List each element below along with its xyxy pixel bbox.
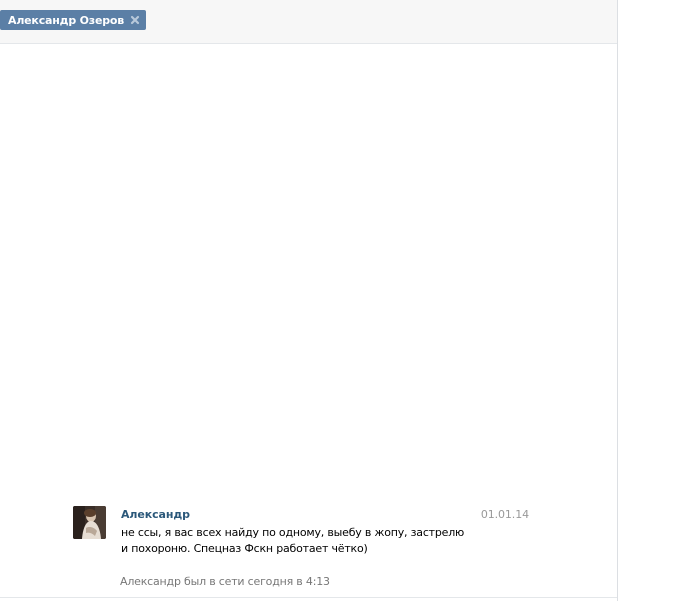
- messages-window: Александр Озеров Александр 01.01.14 не с…: [0, 0, 699, 601]
- divider: [0, 597, 617, 598]
- tab-dialog-peer[interactable]: Александр Озеров: [0, 10, 147, 30]
- message-date[interactable]: 01.01.14: [481, 508, 529, 521]
- message-author-link[interactable]: Александр: [121, 508, 190, 521]
- close-icon-glyph: [130, 15, 139, 25]
- dialog-panel: Александр Озеров Александр 01.01.14 не с…: [0, 0, 618, 601]
- peer-online-status: Александр был в сети сегодня в 4:13: [120, 575, 330, 588]
- message-history[interactable]: [0, 44, 617, 499]
- tab-label: Александр Озеров: [8, 13, 125, 27]
- user-avatar-photo: [73, 506, 106, 539]
- message-item[interactable]: Александр 01.01.14 не ссы, я вас всех на…: [73, 506, 543, 566]
- close-icon[interactable]: [129, 15, 140, 26]
- avatar[interactable]: [73, 506, 106, 539]
- dialog-tabs-bar: Александр Озеров: [0, 0, 617, 44]
- message-text: не ссы, я вас всех найду по одному, выеб…: [121, 526, 465, 555]
